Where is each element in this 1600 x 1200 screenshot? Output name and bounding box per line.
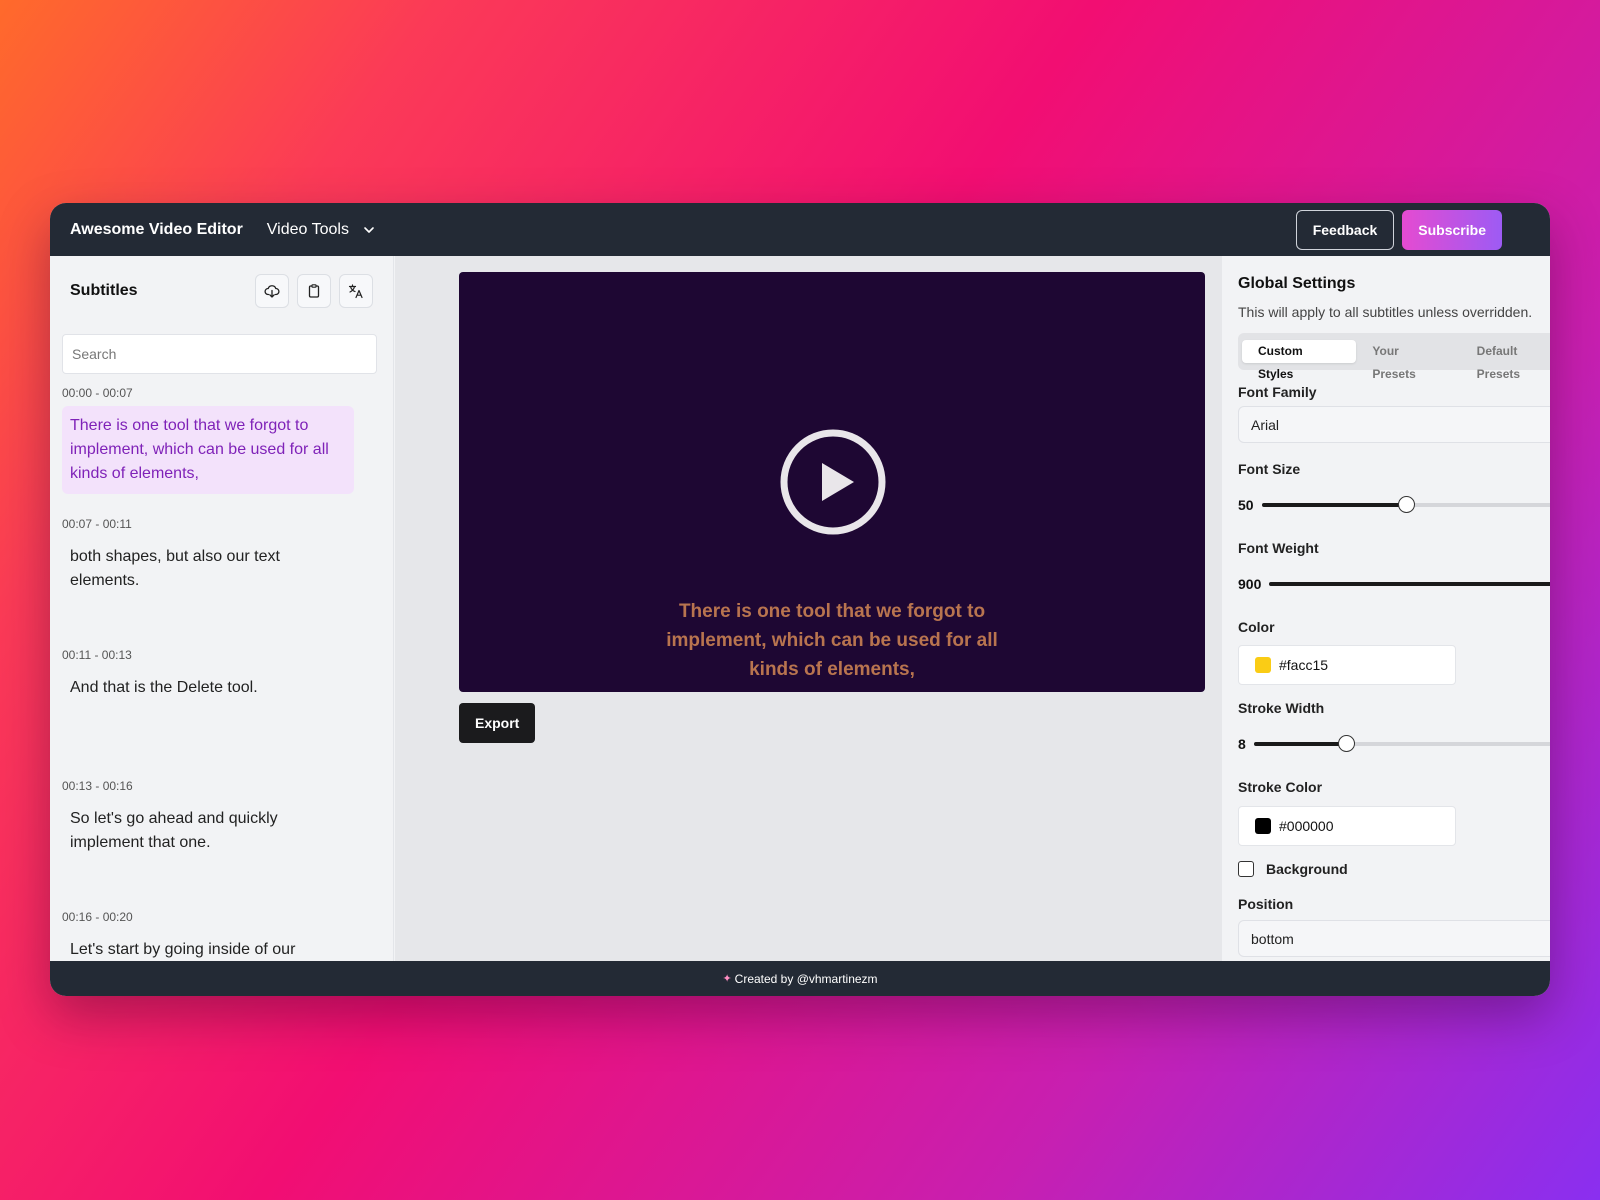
subtitle-item[interactable]: 00:13 - 00:16 So let's go ahead and quic… — [62, 779, 362, 906]
video-caption: There is one tool that we forgot to impl… — [459, 597, 1205, 684]
subtitle-time: 00:11 - 00:13 — [62, 648, 132, 662]
subtitle-item[interactable]: 00:11 - 00:13 And that is the Delete too… — [62, 648, 362, 775]
color-value: #facc15 — [1279, 657, 1329, 673]
font-size-thumb[interactable] — [1397, 496, 1415, 513]
color-label: Color — [1238, 619, 1275, 635]
font-weight-value: 900 — [1238, 576, 1262, 592]
subtitle-time: 00:00 - 00:07 — [62, 386, 133, 400]
color-swatch[interactable] — [1255, 657, 1271, 673]
stroke-color-value: #000000 — [1279, 818, 1334, 834]
font-size-track[interactable] — [1261, 496, 1550, 513]
stroke-width-label: Stroke Width — [1238, 700, 1325, 716]
font-size-fill — [1261, 503, 1406, 507]
video-player[interactable]: There is one tool that we forgot to impl… — [459, 272, 1205, 692]
font-size-label: Font Size — [1238, 461, 1301, 477]
subtitle-item[interactable]: 00:16 - 00:20 Let's start by going insid… — [62, 910, 362, 961]
tab-custom-styles[interactable]: Custom Styles — [1242, 340, 1357, 381]
rocket-icon: ✦ — [722, 973, 732, 985]
tab-default-presets[interactable]: Default Presets — [1461, 340, 1550, 381]
font-weight-track[interactable] — [1269, 582, 1550, 586]
preview-area: There is one tool that we forgot to impl… — [395, 256, 1222, 961]
subtitle-time: 00:07 - 00:11 — [62, 517, 132, 531]
position-value: bottom — [1251, 930, 1294, 947]
subtitle-time: 00:16 - 00:20 — [62, 910, 133, 924]
footer-credit: Created by @vhmartinezm — [734, 971, 878, 986]
app-title: Awesome Video Editor — [70, 220, 243, 238]
subtitles-title: Subtitles — [70, 282, 138, 299]
subtitle-text[interactable]: So let's go ahead and quickly implement … — [62, 799, 354, 863]
caption-line: There is one tool that we forgot to — [678, 601, 986, 622]
background-label: Background — [1266, 861, 1348, 877]
subtitle-text[interactable]: Let's start by going inside of our — [62, 930, 354, 961]
stroke-width-value: 8 — [1238, 736, 1246, 752]
stroke-color-input[interactable]: #000000 — [1238, 806, 1456, 846]
preset-tabs: Custom Styles Your Presets Default Prese… — [1238, 333, 1550, 381]
subtitles-panel: Subtitles 00:00 - 00:07 There is one too… — [50, 256, 394, 961]
font-weight-slider[interactable]: 900 — [1238, 574, 1550, 594]
stroke-width-track[interactable] — [1253, 735, 1550, 752]
font-size-slider[interactable]: 50 — [1238, 495, 1550, 515]
footer: ✦ Created by @vhmartinezm — [50, 961, 1550, 996]
download-subtitles-button[interactable] — [255, 274, 289, 308]
translate-subtitles-button[interactable] — [339, 274, 373, 308]
position-select[interactable]: bottom — [1238, 920, 1550, 957]
font-weight-label: Font Weight — [1238, 540, 1319, 556]
stroke-width-slider[interactable]: 8 — [1238, 734, 1550, 754]
font-family-value: Arial — [1251, 416, 1280, 433]
subscribe-button[interactable]: Subscribe — [1402, 209, 1502, 250]
subtitle-text[interactable]: There is one tool that we forgot to impl… — [62, 406, 354, 494]
subtitle-item[interactable]: 00:00 - 00:07 There is one tool that we … — [62, 386, 362, 513]
font-weight-fill — [1269, 582, 1550, 586]
export-button[interactable]: Export — [459, 703, 536, 743]
font-family-select[interactable]: Arial — [1238, 406, 1550, 443]
subtitle-list: 00:00 - 00:07 There is one tool that we … — [62, 382, 362, 961]
video-tools-menu[interactable]: Video Tools — [267, 221, 375, 239]
video-tools-label: Video Tools — [266, 220, 349, 238]
background-checkbox[interactable] — [1238, 861, 1254, 877]
app-window: Awesome Video Editor Video Tools Feedbac… — [50, 203, 1550, 996]
translate-icon — [348, 284, 363, 299]
stroke-width-fill — [1253, 742, 1346, 746]
stroke-width-thumb[interactable] — [1337, 735, 1355, 752]
font-size-value: 50 — [1238, 497, 1254, 513]
settings-title: Global Settings — [1238, 275, 1356, 292]
subtitle-item[interactable]: 00:07 - 00:11 both shapes, but also our … — [62, 517, 362, 644]
stroke-color-label: Stroke Color — [1238, 779, 1323, 795]
copy-subtitles-button[interactable] — [297, 274, 331, 308]
color-input[interactable]: #facc15 — [1238, 645, 1456, 685]
font-family-label: Font Family — [1238, 384, 1317, 400]
caption-line: implement, which can be used for all — [666, 630, 998, 651]
subtitle-text[interactable]: both shapes, but also our text elements. — [62, 537, 354, 601]
cloud-download-icon — [264, 285, 280, 298]
subtitle-time: 00:13 - 00:16 — [62, 779, 133, 793]
clipboard-icon — [308, 284, 320, 298]
settings-description: This will apply to all subtitles unless … — [1238, 304, 1533, 320]
caption-line: kinds of elements, — [749, 659, 915, 680]
chevron-down-icon — [364, 226, 374, 233]
subtitle-search-input[interactable] — [62, 334, 377, 374]
feedback-button[interactable]: Feedback — [1295, 209, 1395, 250]
stroke-color-swatch[interactable] — [1255, 818, 1271, 834]
top-bar: Awesome Video Editor Video Tools Feedbac… — [50, 203, 1550, 256]
position-label: Position — [1238, 896, 1294, 912]
subtitle-text[interactable]: And that is the Delete tool. — [62, 668, 354, 708]
background-toggle[interactable]: Background — [1238, 861, 1348, 877]
settings-panel: Global Settings This will apply to all s… — [1222, 256, 1550, 961]
subtitles-header: Subtitles — [70, 274, 373, 308]
play-circle-icon[interactable] — [779, 428, 887, 536]
tab-your-presets[interactable]: Your Presets — [1356, 340, 1460, 381]
